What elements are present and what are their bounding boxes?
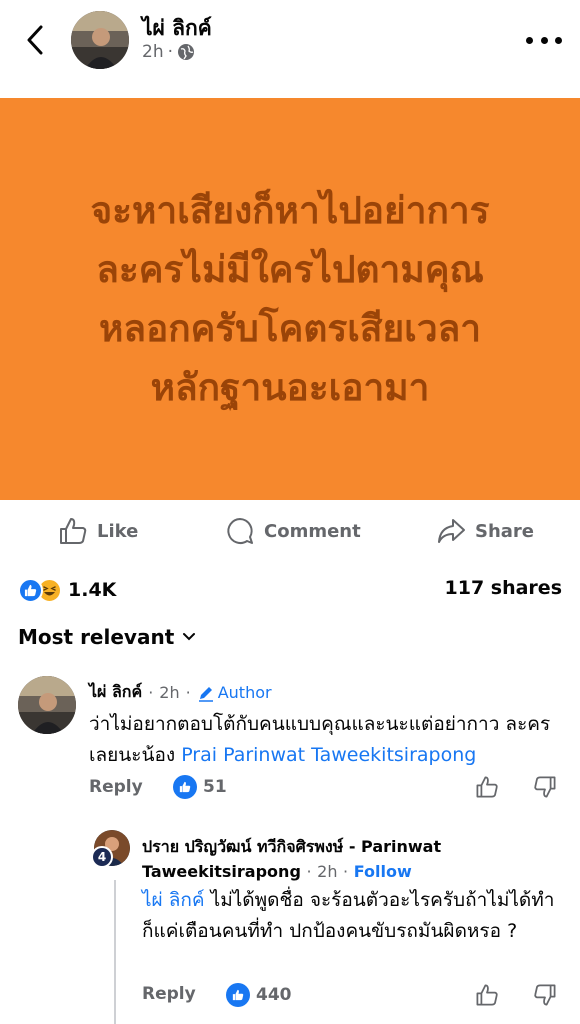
post-text-background: จะหาเสียงก็หาไปอย่าการ ละครไม่มีใครไปตาม…: [0, 98, 580, 500]
reply-footer: Reply 440: [142, 980, 562, 1010]
post-text-line: จะหาเสียงก็หาไปอย่าการ: [90, 189, 490, 232]
reply-like-count[interactable]: 440: [226, 983, 292, 1007]
reply-avatar-badge: 4: [91, 846, 113, 868]
thumbs-up-icon[interactable]: [475, 775, 499, 799]
author-name[interactable]: ไผ่ ลิกค์: [142, 12, 212, 45]
like-button[interactable]: Like: [58, 514, 138, 548]
comment-author[interactable]: ไผ่ ลิกค์: [89, 680, 142, 705]
comment-mention[interactable]: Prai Parinwat Taweekitsirapong: [181, 744, 476, 766]
reply-text: ไผ่ ลิกค์ ไม่ได้พูดชื่อ จะร้อนตัวอะไรครั…: [142, 885, 562, 947]
reply-time: 2h: [317, 862, 338, 881]
sort-label: Most relevant: [18, 625, 175, 649]
comment-icon: [227, 518, 253, 544]
reactions-summary[interactable]: 1.4K: [18, 575, 116, 605]
meta-separator: ·: [167, 42, 173, 62]
comment-like-count[interactable]: 51: [173, 775, 227, 799]
reply-thread-line: [114, 880, 116, 1024]
post-time[interactable]: 2h: [142, 42, 164, 62]
reply-separator: ·: [306, 862, 312, 881]
more-horizontal-icon: [526, 36, 533, 44]
author-avatar[interactable]: [71, 11, 129, 69]
author-badge: Author: [197, 683, 272, 702]
comment-button[interactable]: Comment: [225, 514, 361, 548]
comment-avatar[interactable]: [18, 676, 76, 734]
post-meta: 2h ·: [142, 42, 195, 62]
chevron-left-icon: [27, 25, 43, 55]
comment-label: Comment: [264, 520, 361, 542]
thumbs-up-icon[interactable]: [475, 983, 499, 1007]
reply-avatar[interactable]: 4: [91, 830, 130, 868]
follow-button[interactable]: Follow: [354, 862, 412, 881]
reply-mention[interactable]: ไผ่ ลิกค์: [142, 889, 205, 911]
comment-sort-dropdown[interactable]: Most relevant: [18, 625, 196, 649]
reaction-count: 1.4K: [68, 579, 117, 601]
like-reaction-icon: [18, 577, 43, 603]
author-badge-label: Author: [217, 683, 272, 702]
thumbs-down-icon[interactable]: [533, 983, 557, 1007]
share-button[interactable]: Share: [436, 514, 534, 548]
post-action-bar: Like Comment Share: [0, 506, 580, 556]
post-header: ไผ่ ลิกค์ 2h ·: [0, 0, 580, 98]
shares-count[interactable]: 117 shares: [445, 577, 563, 599]
post-text-line: หลักฐานอะเอามา: [150, 366, 430, 409]
pencil-icon: [198, 686, 213, 702]
comment-text: ว่าไม่อยากตอบโต้กับคนแบบคุณและนะแต่อย่าก…: [89, 709, 559, 771]
like-reaction-icon: [226, 983, 250, 1007]
comment-separator: ·: [148, 683, 154, 702]
reply-body: ไม่ได้พูดชื่อ จะร้อนตัวอะไรครับถ้าไม่ได้…: [142, 889, 555, 942]
globe-icon: [178, 44, 194, 60]
comment-header: ไผ่ ลิกค์ · 2h · Author: [89, 680, 272, 705]
more-options-button[interactable]: [526, 30, 562, 50]
like-label: Like: [97, 520, 139, 542]
post-text-line: ละครไม่มีใครไปตามคุณ: [96, 248, 484, 291]
chevron-down-icon: [183, 633, 196, 641]
reply-header: ปราย ปริญวัฒน์ ทวีกิจศิรพงษ์ - Parinwat …: [142, 837, 442, 881]
like-reaction-icon: [173, 775, 197, 799]
thumbs-down-icon[interactable]: [533, 775, 557, 799]
reply-reply-button[interactable]: Reply: [142, 984, 196, 1004]
comment-time: 2h: [159, 683, 180, 702]
comment-reply-button[interactable]: Reply: [89, 777, 143, 797]
share-label: Share: [475, 520, 535, 542]
like-icon: [60, 518, 87, 544]
back-button[interactable]: [20, 22, 50, 58]
comment-footer: Reply 51: [89, 772, 561, 802]
share-icon: [438, 519, 465, 543]
post-text-line: หลอกครับโคตรเสียเวลา: [98, 307, 482, 350]
